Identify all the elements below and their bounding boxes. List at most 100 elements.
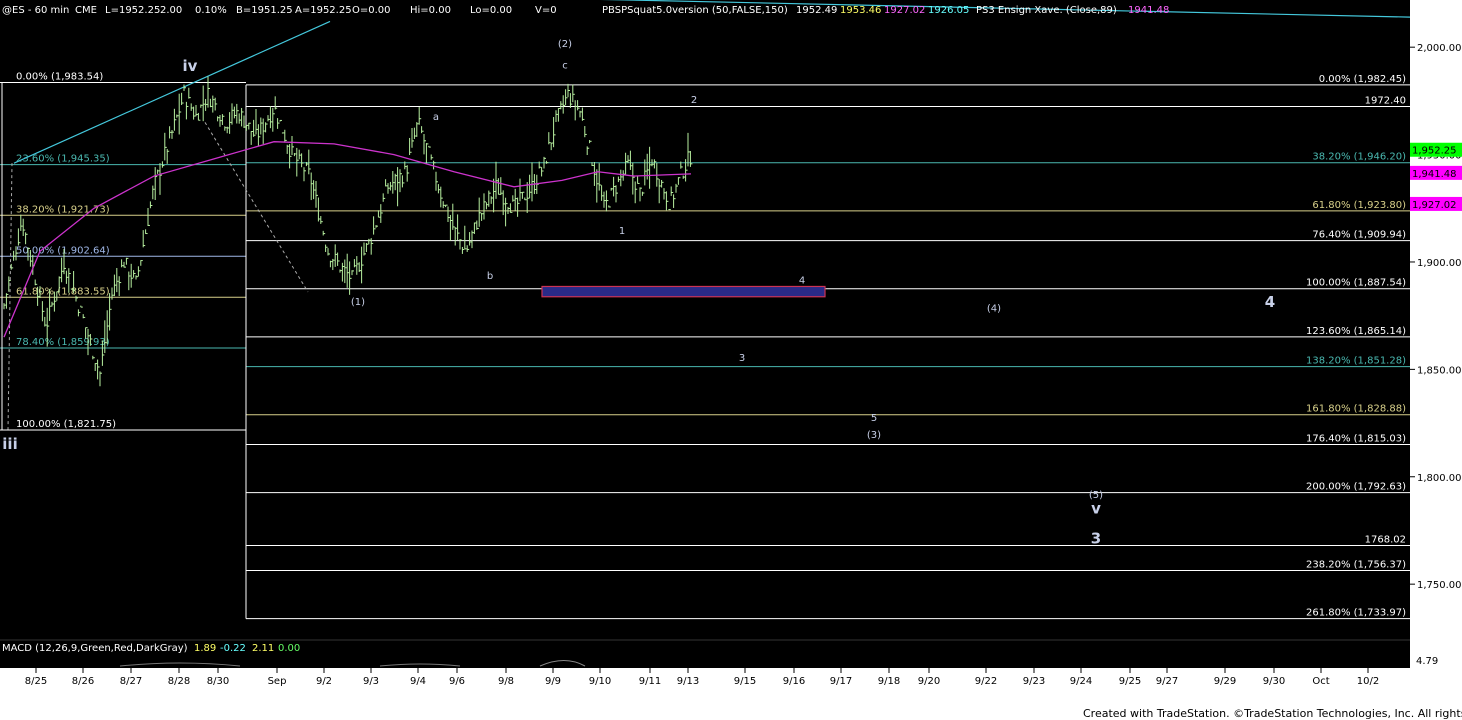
time-axis-label: 10/2 bbox=[1357, 676, 1379, 687]
wave-label: a bbox=[433, 112, 439, 123]
fib-left-label: 38.20% (1,921.73) bbox=[16, 204, 110, 215]
macd-value-3: 2.11 bbox=[252, 643, 274, 654]
time-axis-label: 9/25 bbox=[1119, 676, 1141, 687]
fib-right-label: 123.60% (1,865.14) bbox=[1306, 326, 1406, 337]
wave-label: 1 bbox=[619, 226, 625, 237]
macd-axis-bottom: 4.89 bbox=[1386, 660, 1404, 669]
time-axis-label: 8/26 bbox=[72, 676, 94, 687]
wave-label: 3 bbox=[739, 353, 745, 364]
volume: V=0 bbox=[535, 5, 557, 16]
net-change: 2.00 bbox=[160, 5, 182, 16]
fib-right-label: 138.20% (1,851.28) bbox=[1306, 356, 1406, 367]
fib-right-label: 0.00% (1,982.45) bbox=[1319, 74, 1406, 85]
target-zone-box bbox=[541, 285, 826, 298]
time-axis-label: 9/17 bbox=[830, 676, 852, 687]
fib-right-label: 100.00% (1,887.54) bbox=[1306, 278, 1406, 289]
macd-value-4: 0.00 bbox=[278, 643, 300, 654]
wave-label: 2 bbox=[691, 95, 697, 106]
price-axis-panel bbox=[1410, 0, 1462, 668]
price-tags: 1,952.25 1,941.48 1,927.02 bbox=[1410, 142, 1462, 211]
fib-right-label: 200.00% (1,792.63) bbox=[1306, 482, 1406, 493]
price-tag-label: 1,927.02 bbox=[1412, 200, 1457, 211]
study-value-1: 1952.49 bbox=[796, 5, 837, 16]
low-price: Lo=0.00 bbox=[470, 5, 512, 16]
symbol-label: @ES - 60 min bbox=[2, 5, 69, 16]
wave-label: iv bbox=[183, 57, 198, 75]
time-axis-label: 9/3 bbox=[363, 676, 379, 687]
time-axis-label: 9/18 bbox=[878, 676, 900, 687]
fib-right-label: 1768.02 bbox=[1365, 534, 1406, 545]
time-axis-label: 9/24 bbox=[1070, 676, 1092, 687]
chart-background bbox=[0, 0, 1462, 720]
time-axis-label: 9/10 bbox=[589, 676, 611, 687]
fib-right-label: 38.20% (1,946.20) bbox=[1312, 152, 1406, 163]
time-axis-label: 8/30 bbox=[207, 676, 229, 687]
wave-label: (2) bbox=[558, 39, 572, 50]
price-axis-label: 2,000.00 bbox=[1417, 43, 1462, 54]
pct-change: 0.10% bbox=[195, 5, 227, 16]
time-axis-label: 8/25 bbox=[25, 676, 47, 687]
wave-label: (4) bbox=[987, 303, 1001, 314]
high-price: Hi=0.00 bbox=[410, 5, 451, 16]
average-value: 1941.48 bbox=[1128, 5, 1169, 16]
time-axis-label: 9/13 bbox=[677, 676, 699, 687]
fib-left-label: 0.00% (1,983.54) bbox=[16, 72, 103, 83]
fib-right-label: 1972.40 bbox=[1365, 95, 1406, 106]
study-value-4: 1926.05 bbox=[928, 5, 969, 16]
last-price: L=1952.25 bbox=[105, 5, 160, 16]
wave-label: b bbox=[487, 271, 493, 282]
time-axis-label: 9/6 bbox=[449, 676, 465, 687]
bid-price: B=1951.25 bbox=[236, 5, 293, 16]
price-axis-label: 1,750.00 bbox=[1417, 580, 1462, 591]
wave-label: 4 bbox=[799, 275, 805, 286]
time-axis-label: 9/22 bbox=[975, 676, 997, 687]
copyright-footer: Created with TradeStation. ©TradeStation… bbox=[1083, 707, 1462, 720]
study-name: PBSPSquat5.0version (50,FALSE,150) bbox=[602, 5, 788, 16]
price-chart: 0.00% (1,983.54) 23.60% (1,945.35) 38.20% … bbox=[0, 0, 1462, 720]
time-axis-label: 9/23 bbox=[1023, 676, 1045, 687]
price-axis-label: 1,850.00 bbox=[1417, 365, 1462, 376]
time-axis-label: 9/27 bbox=[1156, 676, 1178, 687]
price-axis-label: 1,800.00 bbox=[1417, 473, 1462, 484]
time-axis-label: 9/20 bbox=[918, 676, 940, 687]
wave-label: 5 bbox=[871, 413, 877, 424]
time-axis-label: 9/29 bbox=[1214, 676, 1236, 687]
wave-label: (1) bbox=[351, 297, 365, 308]
wave-label: c bbox=[562, 61, 568, 72]
target-box bbox=[541, 285, 826, 298]
fib-right-label: 238.20% (1,756.37) bbox=[1306, 559, 1406, 570]
fib-left-label: 61.80% (1,883.55) bbox=[16, 286, 110, 297]
time-axis-label: 9/30 bbox=[1263, 676, 1285, 687]
macd-value-2: -0.22 bbox=[220, 643, 246, 654]
time-axis-label: 8/28 bbox=[168, 676, 190, 687]
fib-right-label: 61.80% (1,923.80) bbox=[1312, 200, 1406, 211]
price-axis-label: 1,900.00 bbox=[1417, 258, 1462, 269]
time-axis-label: 9/9 bbox=[545, 676, 561, 687]
time-axis-label: 9/2 bbox=[316, 676, 332, 687]
wave-label: v bbox=[1091, 499, 1101, 517]
time-axis-label: 9/11 bbox=[639, 676, 661, 687]
fib-right-label: 76.40% (1,909.94) bbox=[1312, 230, 1406, 241]
ask-price: A=1952.25 bbox=[295, 5, 352, 16]
wave-label: (3) bbox=[867, 430, 881, 441]
fib-left-label: 78.40% (1,859.93) bbox=[16, 337, 110, 348]
wave-label: 4 bbox=[1265, 293, 1275, 311]
open-price: O=0.00 bbox=[352, 5, 391, 16]
study-value-2: 1953.46 bbox=[840, 5, 881, 16]
time-axis-label: 9/8 bbox=[498, 676, 514, 687]
time-axis-label: 8/27 bbox=[120, 676, 142, 687]
fib-right-label: 176.40% (1,815.03) bbox=[1306, 433, 1406, 444]
wave-label: 3 bbox=[1091, 529, 1101, 547]
time-axis-label: 9/16 bbox=[783, 676, 805, 687]
macd-label: MACD (12,26,9,Green,Red,DarkGray) bbox=[2, 643, 188, 654]
wave-label: iii bbox=[2, 435, 17, 453]
price-tag-label: 1,941.48 bbox=[1412, 169, 1457, 180]
time-axis-label: Sep bbox=[268, 676, 287, 687]
fib-left-label: 23.60% (1,945.35) bbox=[16, 154, 110, 165]
price-tag-label: 1,952.25 bbox=[1412, 146, 1457, 157]
fib-right-label: 261.80% (1,733.97) bbox=[1306, 608, 1406, 619]
macd-value-1: 1.89 bbox=[194, 643, 216, 654]
time-axis-label: 9/15 bbox=[734, 676, 756, 687]
fib-left-label: 100.00% (1,821.75) bbox=[16, 419, 116, 430]
time-axis-label: 9/4 bbox=[410, 676, 426, 687]
